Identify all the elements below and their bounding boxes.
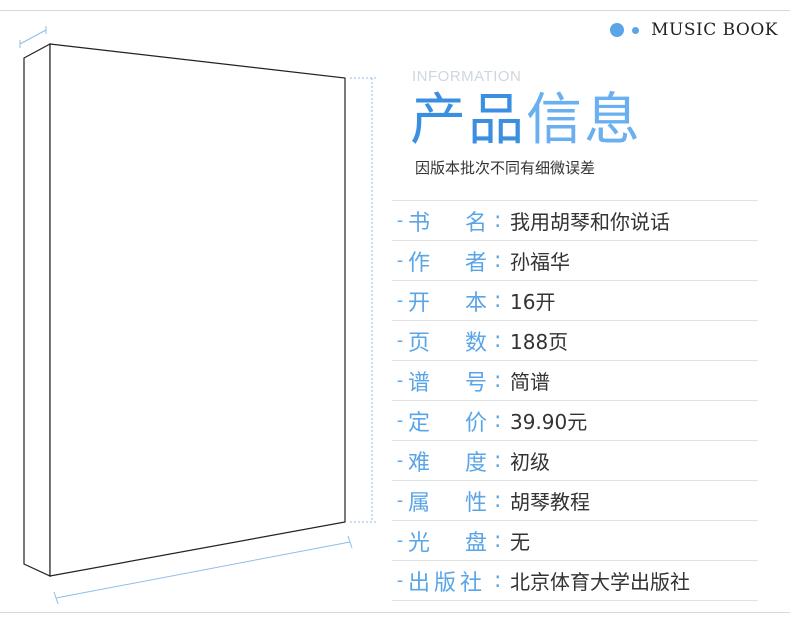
row-colon: : [494,288,502,313]
info-row-pages: - 页 数 : 188页 [392,320,758,360]
info-label: 出版社 [408,570,487,596]
dimension-height [350,77,378,523]
info-label: 属 性 [408,490,494,516]
info-row-difficulty: - 难 度 : 初级 [392,440,758,480]
info-row-publisher: - 出版社 : 北京体育大学出版社 [392,560,758,601]
large-dot-icon [610,23,625,37]
info-value: 初级 [510,450,550,474]
info-row-notation: - 谱 号 : 简谱 [392,360,758,400]
info-label: 谱 号 [408,370,494,396]
info-row-format: - 开 本 : 16开 [392,280,758,320]
info-title-part2: 信息 [526,88,642,153]
brand-badge: MUSIC BOOK [610,20,778,40]
info-note: 因版本批次不同有细微误差 [415,159,596,177]
info-row-price: - 定 价 : 39.90元 [392,400,758,440]
row-colon: : [494,328,502,353]
info-row-category: - 属 性 : 胡琴教程 [392,480,758,520]
row-dash: - [396,450,404,471]
dimension-spine [19,26,47,48]
row-dash: - [396,570,404,591]
info-label: 定 价 [408,410,494,436]
brand-text: MUSIC BOOK [651,20,778,40]
info-table: - 书 名 : 我用胡琴和你说话 - 作 者 : 孙福华 - 开 本 : 16开… [392,200,758,601]
row-colon: : [494,448,502,473]
info-value: 孙福华 [510,250,570,274]
row-dash: - [396,410,404,431]
info-value: 16开 [510,290,556,314]
info-value: 39.90元 [510,410,588,434]
info-label: 开 本 [408,290,494,316]
info-label: 页 数 [408,330,494,356]
row-dash: - [396,290,404,311]
info-value: 无 [510,530,530,554]
book-spine [23,42,51,577]
info-subtitle-en: INFORMATION [412,68,522,85]
row-dash: - [396,370,404,391]
row-colon: : [494,368,502,393]
row-colon: : [494,408,502,433]
info-value: 北京体育大学出版社 [510,570,690,594]
row-dash: - [396,330,404,351]
info-label: 光 盘 [408,530,494,556]
info-title: 产品信息 [410,88,642,154]
info-label: 书 名 [408,210,494,236]
book-mockup [19,26,378,605]
info-row-title: - 书 名 : 我用胡琴和你说话 [392,200,758,240]
row-colon: : [494,568,502,593]
row-colon: : [494,488,502,513]
info-value: 我用胡琴和你说话 [510,210,670,234]
row-dash: - [396,210,404,231]
info-row-author: - 作 者 : 孙福华 [392,240,758,280]
small-dot-icon [632,26,640,34]
row-dash: - [396,490,404,511]
info-row-disc: - 光 盘 : 无 [392,520,758,560]
row-colon: : [494,248,502,273]
book-cover [49,43,346,577]
row-colon: : [494,528,502,553]
info-value: 胡琴教程 [510,490,590,514]
row-dash: - [396,250,404,271]
info-title-part1: 产品 [410,88,526,153]
info-value: 188页 [510,330,569,354]
info-value: 简谱 [510,370,550,394]
row-colon: : [494,208,502,233]
row-dash: - [396,530,404,551]
info-label: 难 度 [408,450,494,476]
info-label: 作 者 [408,250,494,276]
